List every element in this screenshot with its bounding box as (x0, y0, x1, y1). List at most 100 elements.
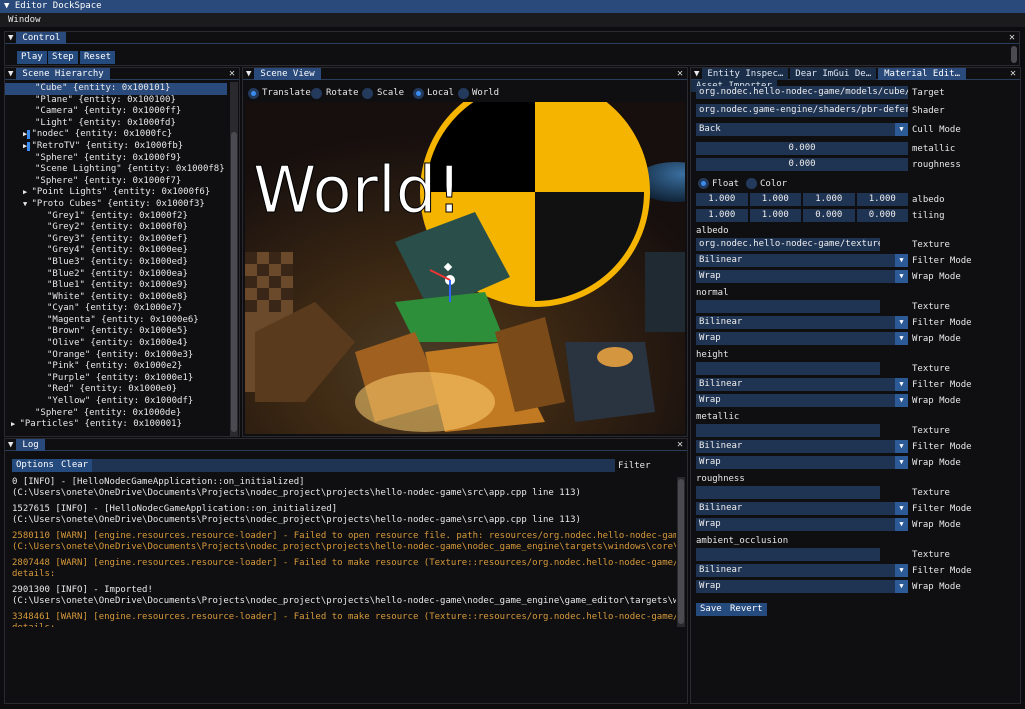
tree-item[interactable]: "Orange" {entity: 0x1000e3} (5, 350, 227, 362)
chevron-down-icon[interactable]: ▼ (895, 456, 908, 469)
wrap-mode-select[interactable]: Wrap (696, 580, 895, 593)
chevron-down-icon[interactable]: ▼ (895, 502, 908, 515)
tree-item[interactable]: ▶ "RetroTV" {entity: 0x1000fb} (5, 141, 227, 153)
rotate-radio[interactable] (311, 88, 322, 99)
chevron-down-icon[interactable]: ▼ (895, 254, 908, 267)
tab-control[interactable]: Control (16, 32, 67, 44)
tab-log[interactable]: Log (16, 439, 45, 451)
tree-item[interactable]: "Pink" {entity: 0x1000e2} (5, 361, 227, 373)
chevron-down-icon[interactable]: ▼ (895, 394, 908, 407)
tree-item[interactable]: "Cube" {entity: 0x100101} (5, 83, 227, 95)
tree-item[interactable]: "Grey3" {entity: 0x1000ef} (5, 234, 227, 246)
chevron-down-icon[interactable]: ▼ (895, 378, 908, 391)
wrap-mode-select[interactable]: Wrap (696, 332, 895, 345)
chevron-down-icon[interactable]: ▼ (895, 332, 908, 345)
translate-radio[interactable] (248, 88, 259, 99)
scrollbar-thumb[interactable] (231, 132, 237, 432)
tree-item[interactable]: "Yellow" {entity: 0x1000df} (5, 396, 227, 408)
scene-viewport[interactable]: World! (245, 102, 685, 434)
tab-scene-view[interactable]: Scene View (254, 68, 321, 80)
filter-mode-select[interactable]: Bilinear (696, 254, 895, 267)
tree-item[interactable]: "Blue2" {entity: 0x1000ea} (5, 269, 227, 281)
tree-item[interactable]: ▼ "Proto Cubes" {entity: 0x1000f3} (5, 199, 227, 211)
tree-item[interactable]: "Grey4" {entity: 0x1000ee} (5, 245, 227, 257)
close-icon[interactable]: ✕ (677, 68, 683, 80)
color-radio[interactable] (746, 178, 757, 189)
collapse-arrow-icon[interactable]: ▼ (5, 33, 16, 43)
filter-mode-select[interactable]: Bilinear (696, 378, 895, 391)
chevron-down-icon[interactable]: ▼ (895, 123, 908, 136)
chevron-down-icon[interactable]: ▼ (895, 270, 908, 283)
tree-item[interactable]: "Grey2" {entity: 0x1000f0} (5, 222, 227, 234)
cull-mode-select[interactable]: Back (696, 123, 895, 136)
tree-item[interactable]: "Red" {entity: 0x1000e0} (5, 384, 227, 396)
tree-item[interactable]: ▶ "Particles" {entity: 0x100001} (5, 419, 227, 431)
close-icon[interactable]: ✕ (1009, 32, 1015, 44)
filter-mode-select[interactable]: Bilinear (696, 440, 895, 453)
world-radio[interactable] (458, 88, 469, 99)
texture-field[interactable] (696, 300, 880, 313)
filter-input[interactable] (92, 459, 615, 472)
tree-item[interactable]: "Sphere" {entity: 0x1000f9} (5, 153, 227, 165)
collapse-arrow-icon[interactable]: ▼ (4, 1, 9, 11)
tree-item[interactable]: "Plane" {entity: 0x100100} (5, 95, 227, 107)
step-button[interactable]: Step (48, 51, 78, 64)
revert-button[interactable]: Revert (726, 603, 767, 616)
play-button[interactable]: Play (17, 51, 47, 64)
albedo-component[interactable]: 1.000 (696, 193, 748, 206)
chevron-down-icon[interactable]: ▼ (895, 564, 908, 577)
tree-item[interactable]: "Sphere" {entity: 0x1000de} (5, 408, 227, 420)
albedo-component[interactable]: 1.000 (856, 193, 908, 206)
chevron-down-icon[interactable]: ▼ (895, 316, 908, 329)
tree-item[interactable]: "Light" {entity: 0x1000fd} (5, 118, 227, 130)
options-button[interactable]: Options (12, 459, 58, 472)
filter-mode-select[interactable]: Bilinear (696, 564, 895, 577)
collapse-arrow-icon[interactable]: ▼ (5, 69, 16, 79)
local-radio[interactable] (413, 88, 424, 99)
reset-button[interactable]: Reset (80, 51, 116, 64)
texture-field[interactable] (696, 424, 880, 437)
close-icon[interactable]: ✕ (677, 439, 683, 451)
shader-field[interactable]: org.nodec.game-engine/shaders/pbr-defer (696, 104, 908, 117)
tree-item[interactable]: "Grey1" {entity: 0x1000f2} (5, 211, 227, 223)
wrap-mode-select[interactable]: Wrap (696, 270, 895, 283)
target-field[interactable]: org.nodec.hello-nodec-game/models/cube/c… (696, 86, 908, 99)
albedo-component[interactable]: 1.000 (749, 193, 801, 206)
texture-field[interactable] (696, 362, 880, 375)
tiling-component[interactable]: 0.000 (856, 209, 908, 222)
tree-item[interactable]: "Scene Lighting" {entity: 0x1000f8} (5, 164, 227, 176)
texture-field[interactable] (696, 486, 880, 499)
menu-window[interactable]: Window (8, 15, 41, 25)
tree-item[interactable]: "Sphere" {entity: 0x1000f7} (5, 176, 227, 188)
tree-item[interactable]: "Magenta" {entity: 0x1000e6} (5, 315, 227, 327)
tree-item[interactable]: "White" {entity: 0x1000e8} (5, 292, 227, 304)
chevron-down-icon[interactable]: ▼ (895, 440, 908, 453)
log-scrollbar-thumb[interactable] (678, 479, 684, 624)
tiling-component[interactable]: 1.000 (696, 209, 748, 222)
tree-item[interactable]: ▶ "nodec" {entity: 0x1000fc} (5, 129, 227, 141)
window-title-bar[interactable]: ▼ Editor DockSpace (0, 0, 1025, 13)
albedo-component[interactable]: 1.000 (803, 193, 855, 206)
collapse-arrow-icon[interactable]: ▼ (243, 69, 254, 79)
tiling-component[interactable]: 0.000 (803, 209, 855, 222)
tree-item[interactable]: "Cyan" {entity: 0x1000e7} (5, 303, 227, 315)
scale-radio[interactable] (362, 88, 373, 99)
tree-item[interactable]: "Blue3" {entity: 0x1000ed} (5, 257, 227, 269)
clear-button[interactable]: Clear (57, 459, 93, 472)
tree-item[interactable]: ▶ "Point Lights" {entity: 0x1000f6} (5, 187, 227, 199)
texture-field[interactable] (696, 548, 880, 561)
wrap-mode-select[interactable]: Wrap (696, 456, 895, 469)
roughness-slider[interactable]: 0.000 (696, 158, 908, 171)
wrap-mode-select[interactable]: Wrap (696, 394, 895, 407)
wrap-mode-select[interactable]: Wrap (696, 518, 895, 531)
tree-item[interactable]: "Brown" {entity: 0x1000e5} (5, 326, 227, 338)
tab-scene-hierarchy[interactable]: Scene Hierarchy (16, 68, 110, 80)
tiling-component[interactable]: 1.000 (749, 209, 801, 222)
close-icon[interactable]: ✕ (229, 68, 235, 80)
tree-item[interactable]: "Camera" {entity: 0x1000ff} (5, 106, 227, 118)
tree-item[interactable]: "Olive" {entity: 0x1000e4} (5, 338, 227, 350)
chevron-down-icon[interactable]: ▼ (895, 518, 908, 531)
metallic-slider[interactable]: 0.000 (696, 142, 908, 155)
chevron-down-icon[interactable]: ▼ (895, 580, 908, 593)
scrollbar[interactable] (1011, 46, 1017, 63)
